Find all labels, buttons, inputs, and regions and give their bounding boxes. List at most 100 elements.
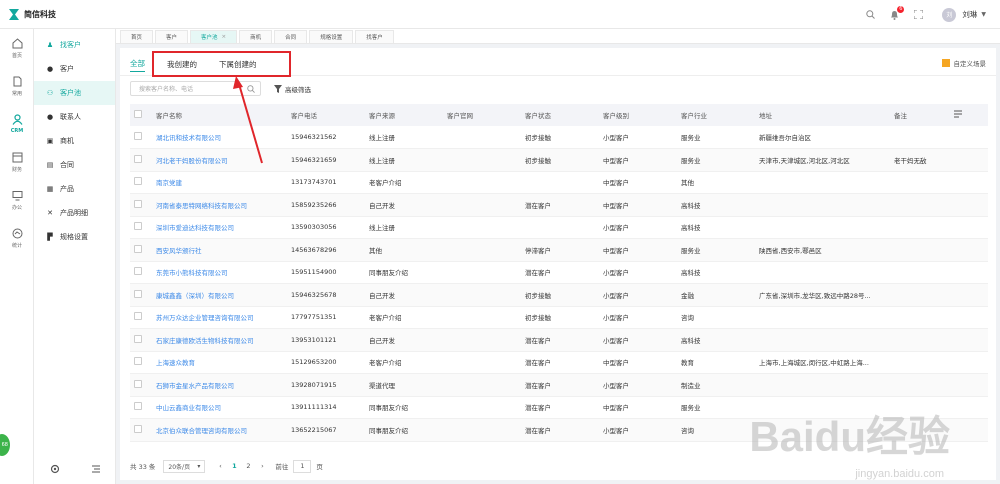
checkbox[interactable] xyxy=(134,244,142,253)
row-select-cell[interactable] xyxy=(130,171,152,194)
table-row[interactable]: 河北老干妈股份有限公司 15946321659 线上注册 初步接触 中型客户 服务业 天津市… xyxy=(130,148,988,172)
collapse-menu-icon[interactable] xyxy=(91,464,101,476)
close-icon[interactable]: × xyxy=(222,34,227,40)
checkbox[interactable] xyxy=(134,110,142,118)
customer-name-link[interactable]: 中山云鑫商业有限公司 xyxy=(152,396,287,419)
row-select-cell[interactable] xyxy=(130,126,152,149)
scope-tab-all[interactable]: 全部 xyxy=(130,56,145,72)
row-select-cell[interactable] xyxy=(130,396,152,419)
prev-page-button[interactable]: ‹ xyxy=(213,462,227,470)
customer-name-link[interactable]: 上海速众教育 xyxy=(152,351,287,374)
select-all-cell[interactable] xyxy=(130,104,152,126)
customer-name-link[interactable]: 石家庄康德欧活生物科技有限公司 xyxy=(152,328,287,352)
checkbox[interactable] xyxy=(134,154,142,163)
row-select-cell[interactable] xyxy=(130,261,152,284)
checkbox[interactable] xyxy=(134,222,142,231)
table-row[interactable]: 石狮市金星水产品有限公司 13928071915 渠道代理 潜在客户 小型客户 制造业 xyxy=(130,373,988,397)
float-assistant-button[interactable]: 68 xyxy=(0,434,10,456)
table-row[interactable]: 康城鑫鑫（深圳）有限公司 15946325678 自己开发 初步接触 小型客户 金融 广东省… xyxy=(130,283,988,307)
custom-scene-button[interactable]: 自定义场景 xyxy=(941,58,986,68)
customer-name-link[interactable]: 石狮市金星水产品有限公司 xyxy=(152,373,287,397)
subnav-item-opportunity[interactable]: ▣ 商机 xyxy=(34,129,115,153)
subnav-item-customer-pool[interactable]: ⚇ 客户池 xyxy=(34,81,115,105)
checkbox[interactable] xyxy=(134,132,142,140)
checkbox[interactable] xyxy=(134,312,142,321)
customer-name-link[interactable]: 康城鑫鑫（深圳）有限公司 xyxy=(152,283,287,307)
tab-home[interactable]: 首页 xyxy=(120,30,154,43)
customer-name-link[interactable]: 苏州万众达企业管理咨询有限公司 xyxy=(152,306,287,329)
table-row[interactable]: 南京党建 13173743701 老客户介绍 中型客户 其他 xyxy=(130,171,988,194)
table-row[interactable]: 上海速众教育 15129653200 老客户介绍 潜在客户 中型客户 教育 上海市,上海城区… xyxy=(130,351,988,374)
bell-icon[interactable]: 6 xyxy=(888,5,905,21)
chevron-down-icon[interactable]: ▼ xyxy=(981,11,986,18)
customer-name-link[interactable]: 湖北讯和技术有限公司 xyxy=(152,126,287,149)
search-icon[interactable] xyxy=(247,85,255,95)
rail-item-finance[interactable]: 财务 xyxy=(0,143,34,181)
subnav-item-customer[interactable]: ● 客户 xyxy=(34,57,115,81)
customer-name-link[interactable]: 深圳市爱迪达科技有限公司 xyxy=(152,216,287,239)
subnav-item-spec-settings[interactable]: ▛ 规格设置 xyxy=(34,225,115,249)
row-select-cell[interactable] xyxy=(130,373,152,397)
rail-item-office[interactable]: 办公 xyxy=(0,181,34,219)
customer-name-link[interactable]: 河北老干妈股份有限公司 xyxy=(152,148,287,172)
subnav-item-product-detail[interactable]: ✕ 产品明细 xyxy=(34,201,115,225)
checkbox[interactable] xyxy=(134,177,142,186)
tab-customer[interactable]: 客户 xyxy=(155,30,189,43)
advanced-filter-button[interactable]: 高级筛选 xyxy=(274,84,311,94)
checkbox[interactable] xyxy=(134,267,142,276)
customer-name-link[interactable]: 河南省泰思特网络科技有限公司 xyxy=(152,193,287,217)
table-row[interactable]: 苏州万众达企业管理咨询有限公司 17797751351 老客户介绍 初步接触 小型客户咨… xyxy=(130,306,988,329)
checkbox[interactable] xyxy=(134,289,142,298)
table-row[interactable]: 湖北讯和技术有限公司 15946321562 线上注册 初步接触 小型客户 服务业 新疆维吾… xyxy=(130,126,988,149)
column-header[interactable]: 客户状态 xyxy=(521,104,599,126)
row-select-cell[interactable] xyxy=(130,193,152,217)
customer-name-link[interactable]: 西安风华颁行社 xyxy=(152,238,287,262)
rail-item-home[interactable]: 首页 xyxy=(0,29,34,67)
row-select-cell[interactable] xyxy=(130,306,152,329)
tab-opportunity[interactable]: 商机 xyxy=(239,30,273,43)
page-size-select[interactable]: 20条/页 ▾ xyxy=(163,459,206,473)
settings-gear-icon[interactable] xyxy=(50,464,60,476)
column-header[interactable]: 客户官网 xyxy=(443,104,521,126)
table-row[interactable]: 西安风华颁行社 14563678296 其他 停滞客户 中型客户 服务业 陕西省,西安市,鄠… xyxy=(130,238,988,262)
rail-item-stats[interactable]: 统计 xyxy=(0,219,34,257)
column-header[interactable]: 地址 xyxy=(755,104,890,126)
table-row[interactable]: 深圳市爱迪达科技有限公司 13590303056 线上注册 小型客户 高科技 xyxy=(130,216,988,239)
row-select-cell[interactable] xyxy=(130,148,152,172)
column-settings-icon[interactable] xyxy=(954,110,963,118)
column-header[interactable]: 客户行业 xyxy=(677,104,755,126)
table-row[interactable]: 河南省泰思特网络科技有限公司 15859235266 自己开发 潜在客户 中型客户 高科技 xyxy=(130,193,988,217)
row-select-cell[interactable] xyxy=(130,283,152,307)
checkbox[interactable] xyxy=(134,402,142,411)
avatar[interactable]: 刘 xyxy=(942,7,957,22)
customer-name-link[interactable]: 北京伯众联合管理咨询有限公司 xyxy=(152,418,287,442)
subnav-item-contact[interactable]: ● 联系人 xyxy=(34,105,115,129)
column-header[interactable]: 客户电话 xyxy=(287,104,365,126)
table-row[interactable]: 东莞市小熊科技有限公司 15951154900 同事朋友介绍 潜在客户 小型客户 高科技 xyxy=(130,261,988,284)
checkbox[interactable] xyxy=(134,199,142,208)
column-header[interactable]: 客户级别 xyxy=(599,104,677,126)
row-select-cell[interactable] xyxy=(130,238,152,262)
column-settings-cell[interactable] xyxy=(950,104,988,126)
rail-item-crm[interactable]: CRM xyxy=(0,105,34,143)
row-select-cell[interactable] xyxy=(130,351,152,374)
row-select-cell[interactable] xyxy=(130,328,152,352)
tab-spec-settings[interactable]: 规格设置 xyxy=(309,30,354,43)
column-header[interactable]: 备注 xyxy=(890,104,950,126)
goto-page-input[interactable]: 1 xyxy=(293,459,312,473)
page-number[interactable]: 2 xyxy=(241,462,255,470)
fullscreen-icon[interactable] xyxy=(912,9,924,21)
checkbox[interactable] xyxy=(134,357,142,366)
subnav-item-find-customer[interactable]: ♟ 找客户 xyxy=(34,33,115,57)
page-number[interactable]: 1 xyxy=(227,462,241,470)
app-logo[interactable]: 简信科技 xyxy=(9,8,56,20)
row-select-cell[interactable] xyxy=(130,418,152,442)
customer-name-link[interactable]: 南京党建 xyxy=(152,171,287,194)
username[interactable]: 刘琳 xyxy=(962,9,977,20)
tab-contract[interactable]: 合同 xyxy=(274,30,308,43)
subnav-item-contract[interactable]: ▤ 合同 xyxy=(34,153,115,177)
search-input[interactable]: 搜索客户名称、电话 xyxy=(130,81,261,96)
checkbox[interactable] xyxy=(134,424,142,433)
customer-name-link[interactable]: 东莞市小熊科技有限公司 xyxy=(152,261,287,284)
column-header[interactable]: 客户来源 xyxy=(365,104,443,126)
